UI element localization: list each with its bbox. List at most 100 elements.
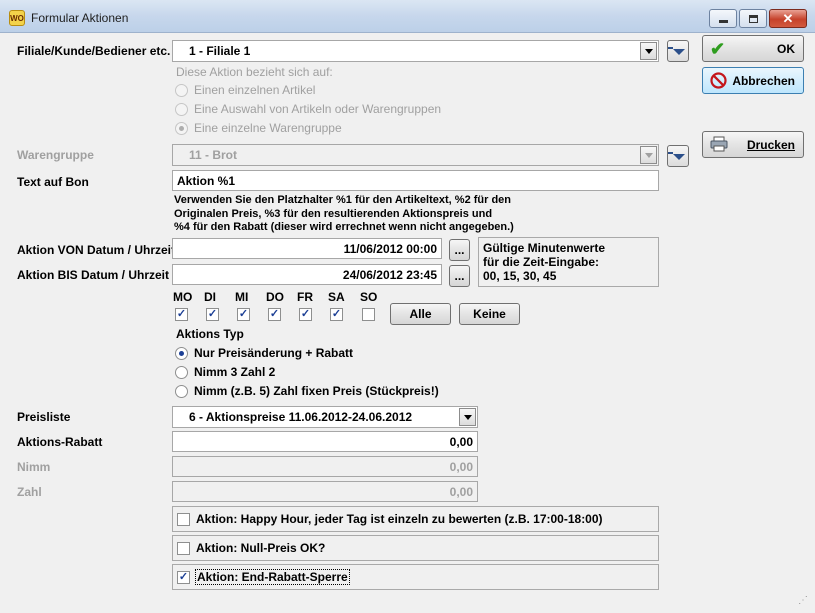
drucken-label: Drucken bbox=[746, 137, 795, 152]
keine-button[interactable]: Keine bbox=[459, 303, 520, 325]
minimize-icon bbox=[718, 20, 728, 23]
endrabatt-label: Aktion: End-Rabatt-Sperre bbox=[195, 569, 350, 585]
radio-icon[interactable] bbox=[175, 83, 188, 97]
preisliste-select[interactable]: 6 - Aktionspreise 11.06.2012-24.06.2012 bbox=[172, 406, 478, 428]
chevron-down-icon[interactable] bbox=[640, 146, 657, 164]
nimm-input[interactable]: 0,00 bbox=[172, 456, 478, 477]
radio-icon[interactable] bbox=[175, 121, 188, 135]
day-label-2: MI bbox=[235, 290, 249, 304]
von-picker-button[interactable]: ... bbox=[449, 239, 470, 261]
minutes-line: 00, 15, 30, 45 bbox=[483, 269, 557, 283]
day-label-3: DO bbox=[266, 290, 284, 304]
typ-option-nimm3[interactable]: Nimm 3 Zahl 2 bbox=[175, 365, 275, 379]
scope-option-label: Eine Auswahl von Artikeln oder Warengrup… bbox=[194, 102, 442, 116]
warengruppe-value: 11 - Brot bbox=[189, 148, 238, 162]
maximize-button[interactable] bbox=[739, 9, 767, 28]
typ-option-preis[interactable]: Nur Preisänderung + Rabatt bbox=[175, 346, 353, 360]
warengruppe-select[interactable]: 11 - Brot bbox=[172, 144, 659, 166]
day-label-1: DI bbox=[204, 290, 216, 304]
drucken-button[interactable]: Drucken bbox=[702, 131, 804, 158]
scope-option-selection[interactable]: Eine Auswahl von Artikeln oder Warengrup… bbox=[175, 102, 441, 116]
typ-option-label: Nur Preisänderung + Rabatt bbox=[194, 346, 354, 360]
filiale-label: Filiale/Kunde/Bediener etc. bbox=[17, 44, 171, 58]
text-bon-label: Text auf Bon bbox=[17, 175, 89, 189]
hint-line: %4 für den Rabatt (dieser wird errechnet… bbox=[174, 221, 514, 233]
window-title: Formular Aktionen bbox=[31, 11, 129, 25]
day-checkbox-1[interactable]: ✓ bbox=[206, 308, 219, 321]
day-checkbox-4[interactable]: ✓ bbox=[299, 308, 312, 321]
day-checkbox-0[interactable]: ✓ bbox=[175, 308, 188, 321]
cancel-icon bbox=[710, 72, 727, 92]
alle-button[interactable]: Alle bbox=[390, 303, 451, 325]
minutes-info-box: Gültige Minutenwerte für die Zeit-Eingab… bbox=[478, 237, 659, 287]
hint-line: Verwenden Sie den Platzhalter %1 für den… bbox=[174, 194, 512, 206]
placeholder-hint: Verwenden Sie den Platzhalter %1 für den… bbox=[174, 194, 514, 235]
day-label-6: SO bbox=[360, 290, 378, 304]
endrabatt-group[interactable]: ✓ Aktion: End-Rabatt-Sperre bbox=[172, 564, 659, 590]
typ-option-label: Nimm (z.B. 5) Zahl fixen Preis (Stückpre… bbox=[194, 384, 439, 398]
ok-label: OK bbox=[777, 41, 795, 56]
von-input[interactable]: 11/06/2012 00:00 bbox=[172, 238, 442, 259]
day-checkbox-6[interactable] bbox=[362, 308, 375, 321]
preisliste-label: Preisliste bbox=[17, 410, 71, 424]
rabatt-input[interactable]: 0,00 bbox=[172, 431, 478, 452]
hint-line: Originalen Preis, %3 für den resultieren… bbox=[174, 207, 493, 220]
maximize-icon bbox=[748, 14, 758, 23]
scope-option-label: Einen einzelnen Artikel bbox=[194, 83, 316, 97]
nullpreis-group[interactable]: Aktion: Null-Preis OK? bbox=[172, 535, 659, 561]
rabatt-label: Aktions-Rabatt bbox=[17, 435, 103, 449]
checkmark-icon: ✔ bbox=[710, 39, 726, 59]
minutes-line: für die Zeit-Eingabe: bbox=[483, 255, 600, 269]
warengruppe-filter-button[interactable] bbox=[667, 145, 689, 167]
bis-input[interactable]: 24/06/2012 23:45 bbox=[172, 264, 442, 285]
minimize-button[interactable] bbox=[709, 9, 737, 28]
radio-icon[interactable] bbox=[175, 384, 188, 398]
printer-icon bbox=[710, 136, 728, 155]
filiale-value: 1 - Filiale 1 bbox=[189, 44, 251, 58]
bis-picker-button[interactable]: ... bbox=[449, 265, 470, 287]
day-checkbox-2[interactable]: ✓ bbox=[237, 308, 250, 321]
preisliste-value: 6 - Aktionspreise 11.06.2012-24.06.2012 bbox=[189, 410, 413, 424]
zahl-label: Zahl bbox=[17, 485, 42, 499]
close-button[interactable]: ✕ bbox=[769, 9, 807, 28]
day-label-0: MO bbox=[173, 290, 193, 304]
scope-option-label: Eine einzelne Warengruppe bbox=[194, 121, 342, 135]
scope-option-article[interactable]: Einen einzelnen Artikel bbox=[175, 83, 315, 97]
happy-hour-label: Aktion: Happy Hour, jeder Tag ist einzel… bbox=[196, 512, 603, 526]
text-bon-input[interactable]: Aktion %1 bbox=[172, 170, 659, 191]
title-bar[interactable]: WO Formular Aktionen ✕ bbox=[0, 0, 815, 33]
typ-option-fixpreis[interactable]: Nimm (z.B. 5) Zahl fixen Preis (Stückpre… bbox=[175, 384, 439, 398]
radio-icon[interactable] bbox=[175, 102, 188, 116]
happy-hour-checkbox[interactable] bbox=[177, 512, 190, 526]
day-label-5: SA bbox=[328, 290, 345, 304]
warengruppe-label: Warengruppe bbox=[17, 148, 94, 162]
nullpreis-checkbox[interactable] bbox=[177, 541, 190, 555]
nullpreis-label: Aktion: Null-Preis OK? bbox=[196, 541, 326, 555]
radio-icon[interactable] bbox=[175, 365, 188, 379]
chevron-down-icon[interactable] bbox=[640, 42, 657, 60]
close-icon: ✕ bbox=[782, 11, 794, 26]
day-label-4: FR bbox=[297, 290, 313, 304]
resize-grip-icon[interactable]: ⋰ bbox=[798, 596, 812, 610]
typ-option-label: Nimm 3 Zahl 2 bbox=[194, 365, 276, 379]
day-checkbox-3[interactable]: ✓ bbox=[268, 308, 281, 321]
ok-button[interactable]: ✔ OK bbox=[702, 35, 804, 62]
abbrechen-label: Abbrechen bbox=[732, 73, 795, 88]
minutes-line: Gültige Minutenwerte bbox=[483, 241, 606, 255]
filiale-select[interactable]: 1 - Filiale 1 bbox=[172, 40, 659, 62]
endrabatt-checkbox[interactable]: ✓ bbox=[177, 570, 190, 584]
chevron-down-icon[interactable] bbox=[459, 408, 476, 426]
bis-label: Aktion BIS Datum / Uhrzeit bbox=[17, 268, 170, 282]
radio-icon[interactable] bbox=[175, 346, 188, 360]
filter-icon bbox=[668, 152, 685, 160]
filiale-filter-button[interactable] bbox=[667, 40, 689, 62]
scope-option-warengruppe[interactable]: Eine einzelne Warengruppe bbox=[175, 121, 342, 135]
filter-icon bbox=[668, 47, 685, 55]
happy-hour-group[interactable]: Aktion: Happy Hour, jeder Tag ist einzel… bbox=[172, 506, 659, 532]
abbrechen-button[interactable]: Abbrechen bbox=[702, 67, 804, 94]
von-label: Aktion VON Datum / Uhrzeit bbox=[17, 243, 176, 257]
day-checkbox-5[interactable]: ✓ bbox=[330, 308, 343, 321]
zahl-input[interactable]: 0,00 bbox=[172, 481, 478, 502]
nimm-label: Nimm bbox=[17, 460, 51, 474]
scope-heading: Diese Aktion bezieht sich auf: bbox=[176, 65, 333, 79]
